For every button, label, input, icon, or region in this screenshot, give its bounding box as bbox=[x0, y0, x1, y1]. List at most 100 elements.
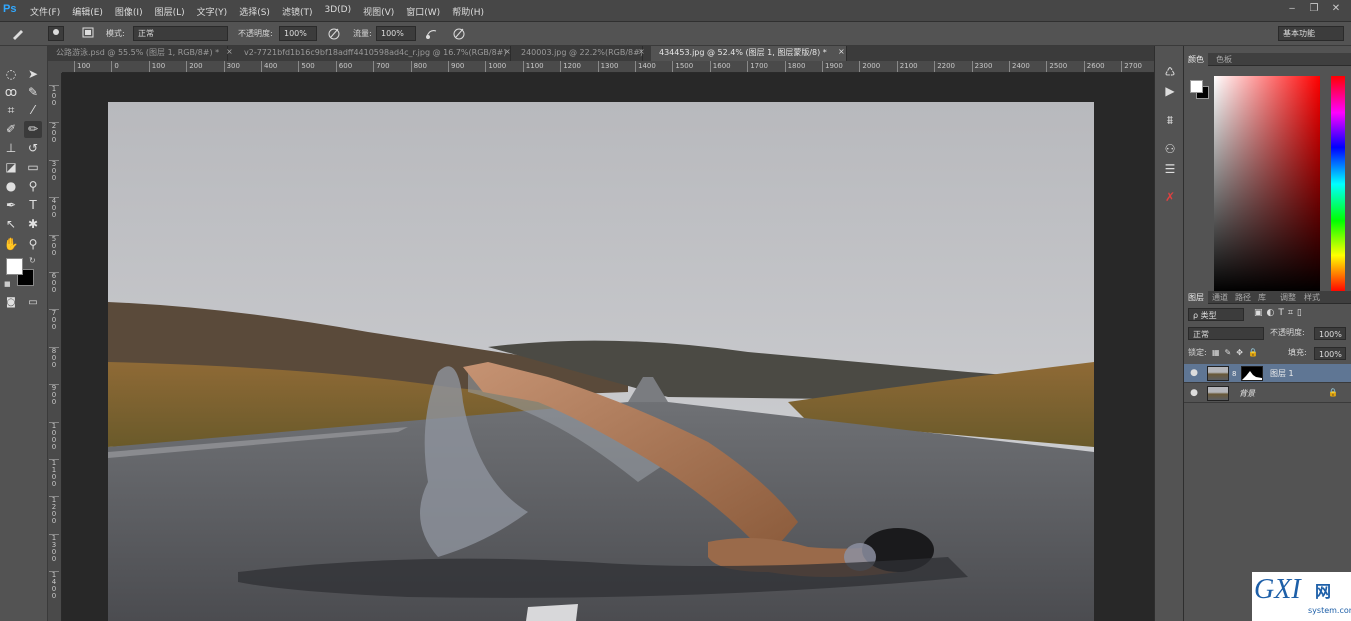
gradient-tool-icon[interactable]: ▭ bbox=[24, 159, 42, 176]
layer-row[interactable]: ● 8 图层 1 bbox=[1184, 364, 1351, 383]
menu-type[interactable]: 文字(Y) bbox=[197, 5, 228, 18]
menu-view[interactable]: 视图(V) bbox=[363, 5, 394, 18]
default-colors-icon[interactable]: ■ bbox=[4, 280, 11, 288]
quick-mask-icon[interactable]: ◙ bbox=[2, 294, 20, 311]
brush-size-picker-icon[interactable] bbox=[48, 26, 64, 41]
pressure-size-icon[interactable] bbox=[451, 26, 467, 41]
menu-3d[interactable]: 3D(D) bbox=[324, 5, 351, 18]
menu-image[interactable]: 图像(I) bbox=[115, 5, 143, 18]
menu-layer[interactable]: 图层(L) bbox=[155, 5, 185, 18]
workspace-select[interactable]: 基本功能 bbox=[1278, 26, 1344, 41]
lock-icons[interactable]: ▦✎✥🔒 bbox=[1212, 348, 1263, 357]
swap-colors-icon[interactable]: ↻ bbox=[29, 256, 36, 265]
ruler-tick-label: 1 2 0 0 bbox=[49, 496, 59, 525]
brush-preset-icon[interactable] bbox=[10, 26, 26, 41]
window-controls: ‒ ❐ ✕ bbox=[1285, 3, 1343, 15]
tab-libraries[interactable]: 库 bbox=[1254, 291, 1270, 304]
menu-select[interactable]: 选择(S) bbox=[239, 5, 270, 18]
mask-link-icon[interactable]: 8 bbox=[1232, 370, 1236, 378]
tab-close-icon[interactable]: × bbox=[838, 47, 845, 56]
flow-input[interactable]: 100% bbox=[376, 26, 416, 41]
pressure-opacity-icon[interactable] bbox=[326, 26, 342, 41]
lasso-tool-icon[interactable]: ꝏ bbox=[2, 84, 20, 101]
pen-tool-icon[interactable]: ✒ bbox=[2, 197, 20, 214]
menu-file[interactable]: 文件(F) bbox=[30, 5, 60, 18]
options-bar: 模式: 正常 不透明度: 100% 流量: 100% 基本功能 bbox=[0, 22, 1351, 46]
road-swimmer-photo bbox=[108, 102, 1094, 621]
blend-mode-select[interactable]: 正常 bbox=[1188, 327, 1264, 340]
marquee-tool-icon[interactable]: ◌ bbox=[2, 66, 20, 83]
eyedropper-tool-icon[interactable]: ⁄ bbox=[24, 102, 42, 119]
dodge-tool-icon[interactable]: ⚲ bbox=[24, 178, 42, 195]
minimize-button[interactable]: ‒ bbox=[1285, 3, 1299, 15]
canvas-area[interactable] bbox=[62, 73, 1154, 621]
layer-row[interactable]: ● 背景 🔒 bbox=[1184, 384, 1351, 403]
tab-close-icon[interactable]: × bbox=[638, 47, 645, 56]
tab-paths[interactable]: 路径 bbox=[1231, 291, 1255, 304]
tab-color[interactable]: 颜色 bbox=[1184, 53, 1208, 66]
healing-brush-tool-icon[interactable]: ✐ bbox=[2, 121, 20, 138]
restore-button[interactable]: ❐ bbox=[1307, 3, 1321, 15]
color-spectrum[interactable] bbox=[1214, 76, 1320, 292]
tab-swatches[interactable]: 色板 bbox=[1212, 53, 1236, 66]
tool-presets-icon[interactable]: ✗ bbox=[1161, 189, 1179, 205]
history-icon[interactable]: ♺ bbox=[1161, 64, 1179, 80]
brush-tool-icon[interactable]: ✏ bbox=[24, 121, 42, 138]
airbrush-icon[interactable] bbox=[424, 26, 440, 41]
watermark-net: 网 bbox=[1315, 582, 1332, 601]
opacity-input[interactable]: 100% bbox=[279, 26, 317, 41]
mode-select[interactable]: 正常 bbox=[133, 26, 228, 41]
menu-edit[interactable]: 编辑(E) bbox=[72, 5, 103, 18]
close-button[interactable]: ✕ bbox=[1329, 3, 1343, 15]
color-panel-foreground-swatch[interactable] bbox=[1190, 80, 1203, 93]
hand-tool-icon[interactable]: ✋ bbox=[2, 236, 20, 253]
crop-tool-icon[interactable]: ⌗ bbox=[2, 102, 20, 119]
blur-tool-icon[interactable]: ● bbox=[2, 178, 20, 195]
type-tool-icon[interactable]: T bbox=[24, 197, 42, 214]
properties-icon[interactable]: ☰ bbox=[1161, 161, 1179, 177]
visibility-eye-icon[interactable]: ● bbox=[1189, 388, 1199, 398]
actions-icon[interactable]: ▶ bbox=[1161, 83, 1179, 99]
tab-styles[interactable]: 样式 bbox=[1300, 291, 1324, 304]
layer-thumbnail bbox=[1207, 366, 1229, 381]
document-image[interactable] bbox=[108, 102, 1094, 621]
layer-filter-select[interactable]: ρ 类型 bbox=[1188, 308, 1244, 321]
tab-document-3[interactable]: 240003.jpg @ 22.2%(RGB/8#) bbox=[513, 46, 643, 61]
tab-close-icon[interactable]: × bbox=[226, 47, 233, 56]
visibility-eye-icon[interactable]: ● bbox=[1189, 368, 1199, 378]
tab-document-4[interactable]: 434453.jpg @ 52.4% (图层 1, 图层蒙版/8) * bbox=[651, 46, 847, 61]
eraser-tool-icon[interactable]: ◪ bbox=[2, 159, 20, 176]
history-brush-tool-icon[interactable]: ↺ bbox=[24, 140, 42, 157]
layer-mask-thumbnail[interactable] bbox=[1241, 366, 1263, 381]
ruler-tick-label: 1 4 0 0 bbox=[49, 571, 59, 600]
tab-adjustments[interactable]: 调整 bbox=[1276, 291, 1300, 304]
menu-filter[interactable]: 滤镜(T) bbox=[282, 5, 313, 18]
path-selection-tool-icon[interactable]: ↖ bbox=[2, 216, 20, 233]
brush-presets-icon[interactable]: ⩩ bbox=[1161, 112, 1179, 128]
layer-thumbnail bbox=[1207, 386, 1229, 401]
layer-filter-icons[interactable]: ▣◐T⌗▯ bbox=[1254, 308, 1306, 318]
clone-stamp-tool-icon[interactable]: ⊥ bbox=[2, 140, 20, 157]
move-tool-icon[interactable]: ➤ bbox=[24, 66, 42, 83]
menu-window[interactable]: 窗口(W) bbox=[406, 5, 440, 18]
tab-close-icon[interactable]: × bbox=[504, 47, 511, 56]
zoom-tool-icon[interactable]: ⚲ bbox=[24, 236, 42, 253]
layer-name[interactable]: 背景 bbox=[1239, 388, 1255, 399]
layer-opacity-input[interactable]: 100% bbox=[1314, 327, 1346, 340]
tab-document-2[interactable]: v2-7721bfd1b16c9bf18adff4410598ad4c_r.jp… bbox=[236, 46, 511, 61]
foreground-color-swatch[interactable] bbox=[6, 258, 23, 275]
layer-name[interactable]: 图层 1 bbox=[1270, 368, 1294, 379]
shape-tool-icon[interactable]: ✱ bbox=[24, 216, 42, 233]
screen-mode-icon[interactable]: ▭ bbox=[24, 294, 42, 311]
brush-panel-toggle-icon[interactable] bbox=[80, 26, 96, 41]
tab-layers[interactable]: 图层 bbox=[1184, 291, 1208, 304]
menu-help[interactable]: 帮助(H) bbox=[452, 5, 484, 18]
tab-document-1[interactable]: 公路游泳.psd @ 55.5% (图层 1, RGB/8#) * bbox=[48, 46, 228, 61]
tab-channels[interactable]: 通道 bbox=[1208, 291, 1232, 304]
clone-source-icon[interactable]: ⚇ bbox=[1161, 141, 1179, 157]
ruler-tick-label: 1600 bbox=[709, 61, 731, 72]
hue-slider[interactable] bbox=[1331, 76, 1345, 292]
ruler-tick-label: 2200 bbox=[934, 61, 955, 72]
fill-input[interactable]: 100% bbox=[1314, 347, 1346, 360]
quick-select-tool-icon[interactable]: ✎ bbox=[24, 84, 42, 101]
